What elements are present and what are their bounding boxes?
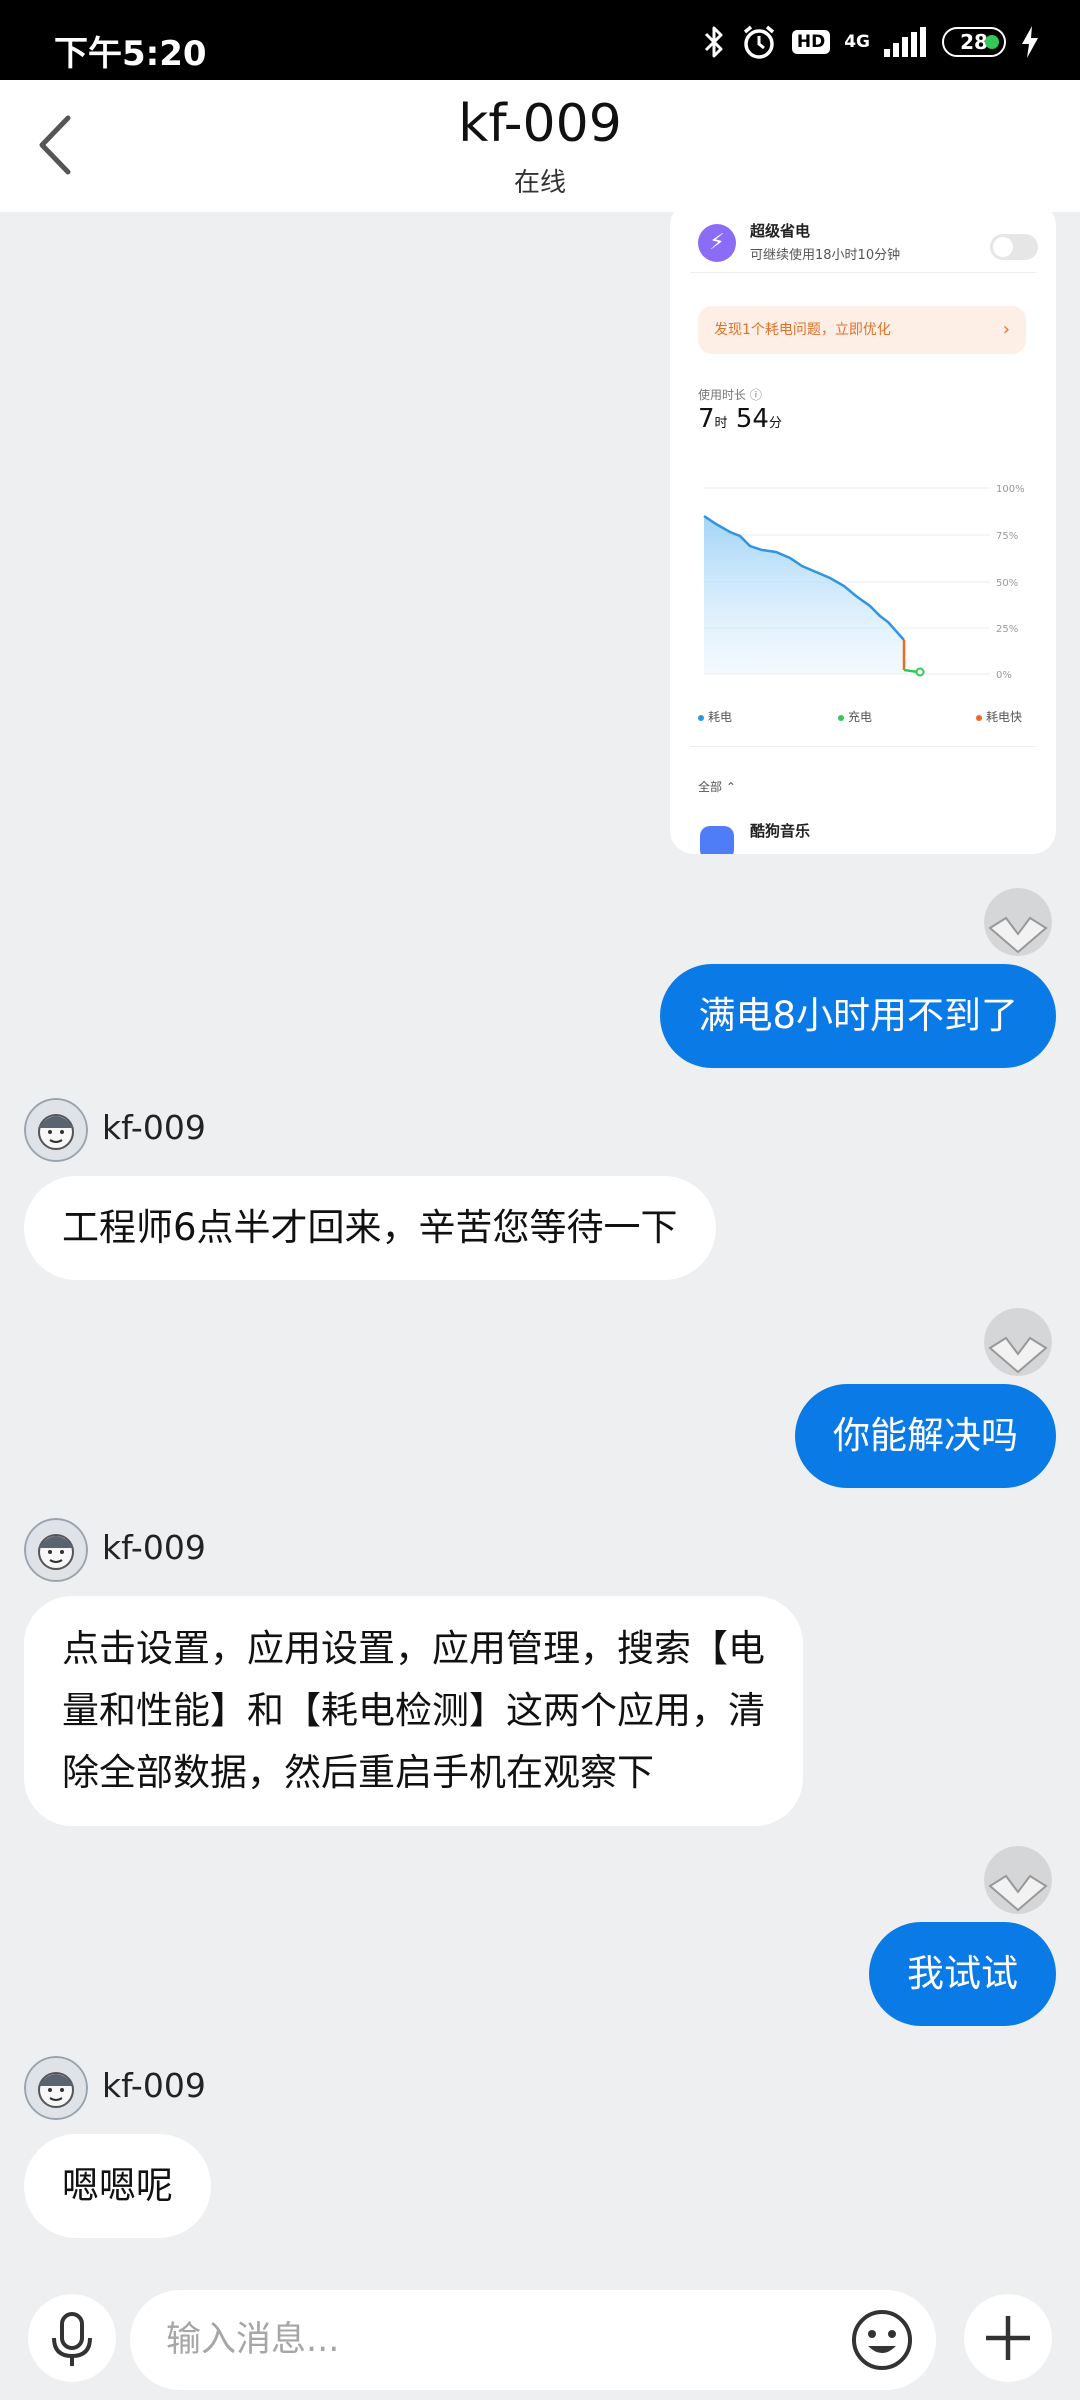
y-tick: 25% <box>996 624 1018 635</box>
lightning-icon: ⚡ <box>698 224 736 262</box>
drain-alert-banner: 发现1个耗电问题，立即优化 › <box>698 306 1026 354</box>
divider <box>690 272 1036 273</box>
legend-fast-drain: 耗电快 <box>976 708 1022 725</box>
chat-area[interactable]: ⚡ 超级省电 可继续使用18小时10分钟 发现1个耗电问题，立即优化 › 使用时… <box>0 212 1080 2290</box>
message-line: 除全部数据，然后重启手机在观察下 <box>62 1751 654 1794</box>
message-line: 点击设置，应用设置，应用管理，搜索【电 <box>62 1627 765 1670</box>
network-type: 4G <box>844 32 870 52</box>
status-bar: 下午5:20 HD 4G 28 <box>0 0 1080 80</box>
y-tick: 50% <box>996 578 1018 589</box>
legend-drain: 耗电 <box>698 708 732 725</box>
screenshot-image-message[interactable]: ⚡ 超级省电 可继续使用18小时10分钟 发现1个耗电问题，立即优化 › 使用时… <box>670 212 1056 854</box>
mic-icon <box>52 2312 92 2366</box>
more-button[interactable] <box>964 2294 1052 2382</box>
plus-icon <box>986 2316 1030 2360</box>
power-saver-toggle <box>990 234 1038 260</box>
user-avatar[interactable] <box>984 888 1052 956</box>
message-bubble-sent[interactable]: 你能解决吗 <box>795 1384 1056 1488</box>
hd-badge: HD <box>791 30 831 54</box>
message-input[interactable] <box>166 2312 846 2368</box>
y-tick: 100% <box>996 484 1025 495</box>
filter-all: 全部 ⌃ <box>698 780 736 794</box>
message-input-bar <box>0 2290 1080 2400</box>
agent-name: kf-009 <box>102 2066 206 2105</box>
signal-icon <box>884 27 926 57</box>
user-avatar[interactable] <box>984 1308 1052 1376</box>
agent-avatar[interactable] <box>24 1518 88 1582</box>
status-icons: HD 4G 28 <box>702 22 1040 62</box>
message-field[interactable] <box>130 2290 936 2390</box>
message-bubble-received[interactable]: 工程师6点半才回来，辛苦您等待一下 <box>24 1176 716 1280</box>
message-bubble-sent[interactable]: 我试试 <box>869 1922 1056 2026</box>
page-title: kf-009 <box>458 94 622 154</box>
battery-level: 28 <box>960 30 988 54</box>
legend-charge: 充电 <box>838 708 872 725</box>
drain-area <box>704 516 904 674</box>
y-tick: 0% <box>996 670 1012 681</box>
agent-avatar[interactable] <box>24 1098 88 1162</box>
chevron-right-icon: › <box>1002 319 1010 340</box>
online-status: 在线 <box>513 168 566 198</box>
chat-header: kf-009 在线 <box>0 80 1080 212</box>
usage-label: 使用时长 ⓘ <box>698 388 762 402</box>
power-saver-subtitle: 可继续使用18小时10分钟 <box>750 248 901 263</box>
alarm-icon <box>743 25 774 59</box>
divider <box>690 746 1036 747</box>
user-avatar[interactable] <box>984 1846 1052 1914</box>
status-time: 下午5:20 <box>54 34 207 74</box>
power-saver-title: 超级省电 <box>750 222 811 240</box>
emoji-icon[interactable] <box>850 2308 914 2372</box>
app-name: 酷狗音乐 <box>750 822 811 840</box>
battery-usage-chart: 100% 75% 50% 25% 0% 8 11 14 现在 <box>703 484 1025 681</box>
y-tick: 75% <box>996 531 1018 542</box>
current-point <box>915 667 925 677</box>
voice-button[interactable] <box>28 2294 116 2382</box>
usage-duration: 7时 54分 <box>698 404 782 434</box>
message-line: 量和性能】和【耗电检测】这两个应用，清 <box>62 1689 765 1732</box>
charging-icon <box>1022 26 1038 58</box>
battery-icon: 28 <box>942 27 1006 57</box>
bluetooth-icon <box>704 26 723 58</box>
agent-name: kf-009 <box>102 1528 206 1567</box>
drain-alert-text: 发现1个耗电问题，立即优化 <box>714 322 891 338</box>
agent-avatar[interactable] <box>24 2056 88 2120</box>
agent-name: kf-009 <box>102 1108 206 1147</box>
kugou-app-icon <box>700 826 734 854</box>
message-bubble-received[interactable]: 点击设置，应用设置，应用管理，搜索【电 量和性能】和【耗电检测】这两个应用，清 … <box>24 1596 803 1826</box>
message-bubble-received[interactable]: 嗯嗯呢 <box>24 2134 211 2238</box>
message-bubble-sent[interactable]: 满电8小时用不到了 <box>660 964 1056 1068</box>
